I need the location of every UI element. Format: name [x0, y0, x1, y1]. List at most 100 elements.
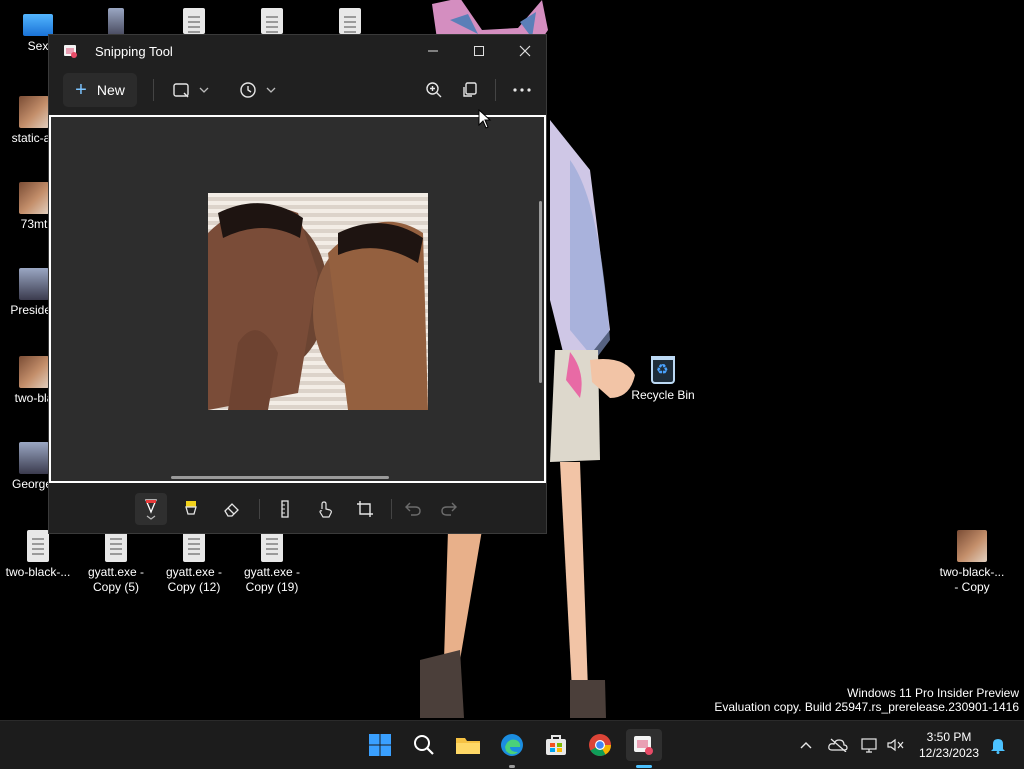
horizontal-scrollbar[interactable]	[171, 476, 389, 479]
close-icon	[519, 45, 531, 57]
clock-icon	[240, 82, 256, 98]
snipping-tool-icon	[634, 736, 653, 755]
monitor-icon	[23, 14, 53, 36]
close-button[interactable]	[502, 35, 548, 67]
toolbar-divider	[153, 79, 154, 101]
captured-image	[208, 193, 428, 410]
toolbar-divider	[495, 79, 496, 101]
minimize-icon	[428, 50, 438, 52]
document-file-icon	[27, 530, 49, 562]
ellipsis-icon	[513, 88, 531, 92]
title-bar[interactable]: Snipping Tool	[49, 35, 546, 67]
file-explorer-button[interactable]	[452, 729, 484, 761]
document-file-icon	[339, 8, 361, 34]
snipping-mode-dropdown[interactable]	[169, 73, 213, 107]
eraser-button[interactable]	[215, 493, 247, 525]
toolbar: + New	[49, 73, 546, 109]
start-button[interactable]	[364, 729, 396, 761]
desktop-icon[interactable]: gyatt.exe - Copy (19)	[236, 530, 308, 595]
minimize-button[interactable]	[410, 35, 456, 67]
desktop-icon[interactable]: gyatt.exe - Copy (12)	[158, 530, 230, 595]
document-file-icon	[261, 530, 283, 562]
maximize-icon	[474, 46, 484, 56]
document-file-icon	[261, 8, 283, 34]
snip-canvas[interactable]	[49, 115, 546, 483]
system-clock[interactable]: 3:50 PM 12/23/2023	[912, 729, 986, 761]
edge-browser-button[interactable]	[496, 729, 528, 761]
chrome-icon	[589, 734, 611, 756]
rectangle-mode-icon	[173, 83, 189, 98]
bell-icon	[991, 739, 1005, 754]
copy-button[interactable]	[455, 73, 485, 107]
ballpoint-pen-button[interactable]	[135, 493, 167, 525]
window-title: Snipping Tool	[95, 43, 173, 59]
desktop-icon[interactable]	[314, 8, 386, 37]
eraser-icon	[224, 503, 239, 517]
ruler-icon	[281, 500, 289, 518]
crop-button[interactable]	[349, 493, 381, 525]
onedrive-tray-button[interactable]	[826, 733, 850, 757]
vertical-scrollbar[interactable]	[539, 201, 542, 383]
image-file-icon	[19, 96, 49, 128]
store-icon	[546, 735, 566, 755]
show-hidden-icons-button[interactable]	[794, 733, 818, 757]
chrome-browser-button[interactable]	[584, 729, 616, 761]
desktop-icon[interactable]: two-black-...	[2, 530, 74, 580]
recycle-bin[interactable]: Recycle Bin	[628, 356, 698, 402]
new-snip-button[interactable]: + New	[63, 73, 137, 107]
redo-button[interactable]	[433, 493, 465, 525]
network-tray-button[interactable]	[858, 733, 882, 757]
chevron-up-icon	[800, 742, 812, 749]
toolbar-divider	[259, 499, 260, 519]
image-file-icon	[19, 268, 49, 300]
maximize-button[interactable]	[456, 35, 502, 67]
document-file-icon	[105, 530, 127, 562]
folder-icon	[456, 738, 480, 754]
image-file-icon	[19, 356, 49, 388]
more-options-button[interactable]	[507, 73, 537, 107]
snipping-tool-taskbar-button[interactable]	[626, 729, 662, 761]
volume-tray-button[interactable]	[884, 733, 908, 757]
toolbar-divider	[391, 499, 392, 519]
snipping-tool-window[interactable]: Snipping Tool + New	[48, 34, 547, 534]
image-file-icon	[19, 442, 49, 474]
desktop-icon[interactable]: gyatt.exe - Copy (5)	[80, 530, 152, 595]
recycle-bin-icon	[651, 356, 675, 384]
touch-hand-icon	[319, 501, 332, 518]
markup-toolbar	[49, 491, 546, 531]
redo-icon	[441, 502, 457, 516]
taskbar: 3:50 PM 12/23/2023	[0, 720, 1024, 769]
chevron-down-icon	[199, 87, 209, 93]
image-file-icon	[19, 182, 49, 214]
highlighter-button[interactable]	[175, 493, 207, 525]
microsoft-store-button[interactable]	[540, 729, 572, 761]
desktop-icon[interactable]	[158, 8, 230, 37]
volume-muted-icon	[887, 738, 904, 752]
undo-button[interactable]	[397, 493, 429, 525]
edge-icon	[501, 734, 523, 756]
copy-icon	[463, 82, 477, 97]
highlighter-icon	[185, 501, 197, 515]
cloud-offline-icon	[828, 738, 848, 752]
snipping-tool-app-icon	[64, 45, 77, 58]
network-icon	[861, 738, 877, 753]
zoom-button[interactable]	[419, 73, 449, 107]
ruler-button[interactable]	[269, 493, 301, 525]
chevron-down-icon	[266, 87, 276, 93]
undo-icon	[405, 502, 421, 516]
mouse-cursor-icon	[478, 109, 492, 129]
plus-icon: +	[75, 79, 87, 101]
document-file-icon	[183, 8, 205, 34]
image-file-icon	[957, 530, 987, 562]
desktop-icon[interactable]: two-black-... - Copy	[936, 530, 1008, 595]
desktop-icon[interactable]	[236, 8, 308, 37]
search-button[interactable]	[408, 729, 440, 761]
document-file-icon	[183, 530, 205, 562]
touch-writing-button[interactable]	[309, 493, 341, 525]
delay-dropdown[interactable]	[235, 73, 281, 107]
search-icon	[414, 735, 434, 755]
zoom-in-icon	[426, 82, 442, 98]
notifications-button[interactable]	[986, 733, 1010, 757]
windows-logo-icon	[369, 734, 391, 756]
crop-icon	[357, 501, 373, 517]
